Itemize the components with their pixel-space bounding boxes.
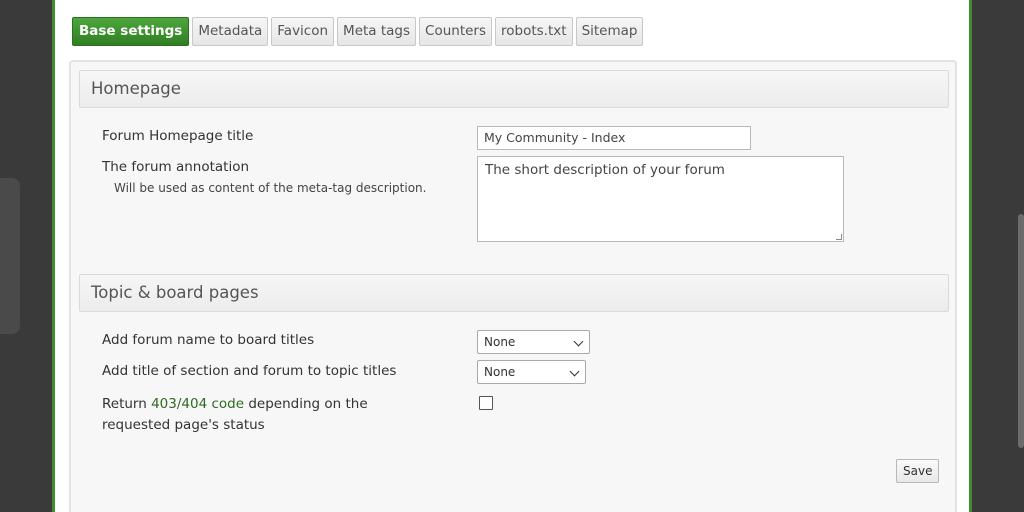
board-title-select-value: None: [484, 335, 516, 349]
settings-tabs: Base settings Metadata Favicon Meta tags…: [72, 17, 644, 46]
tab-favicon[interactable]: Favicon: [271, 17, 335, 46]
tab-metadata[interactable]: Metadata: [192, 17, 269, 46]
return-code-checkbox[interactable]: [479, 396, 493, 410]
topic-title-label: Add title of section and forum to topic …: [102, 363, 397, 379]
homepage-title-label: Forum Homepage title: [102, 128, 254, 144]
board-title-select[interactable]: None: [477, 330, 590, 354]
side-panel-handle[interactable]: [0, 178, 20, 334]
tab-meta-tags[interactable]: Meta tags: [337, 17, 417, 46]
return-code-label-pre: Return: [102, 396, 152, 412]
resize-handle-icon[interactable]: [836, 234, 842, 240]
settings-panel: Homepage Forum Homepage title My Communi…: [69, 60, 957, 512]
tab-sitemap[interactable]: Sitemap: [575, 17, 644, 46]
return-code-highlight: 403/404 code: [151, 396, 245, 412]
forum-annotation-text: The short description of your forum: [485, 162, 725, 178]
scrollbar-track[interactable]: [1018, 0, 1024, 512]
section-heading-homepage: Homepage: [79, 70, 949, 108]
topic-title-select-value: None: [484, 365, 516, 379]
chevron-down-icon: [573, 336, 584, 347]
tab-robots-txt[interactable]: robots.txt: [495, 17, 573, 46]
topic-title-select[interactable]: None: [477, 360, 586, 384]
settings-page: Base settings Metadata Favicon Meta tags…: [52, 0, 972, 512]
tab-base-settings[interactable]: Base settings: [72, 17, 190, 46]
section-heading-topic-board: Topic & board pages: [79, 274, 949, 312]
forum-annotation-hint: Will be used as content of the meta-tag …: [114, 181, 427, 195]
save-button[interactable]: Save: [896, 459, 940, 483]
return-code-label: Return 403/404 code depending on the req…: [102, 394, 432, 436]
tab-counters[interactable]: Counters: [419, 17, 493, 46]
chevron-down-icon: [569, 366, 580, 377]
forum-annotation-textarea[interactable]: The short description of your forum: [477, 156, 844, 242]
homepage-title-input[interactable]: My Community - Index: [477, 126, 751, 150]
board-title-label: Add forum name to board titles: [102, 332, 315, 348]
scrollbar-thumb[interactable]: [1018, 214, 1024, 448]
forum-annotation-label: The forum annotation: [102, 159, 250, 175]
